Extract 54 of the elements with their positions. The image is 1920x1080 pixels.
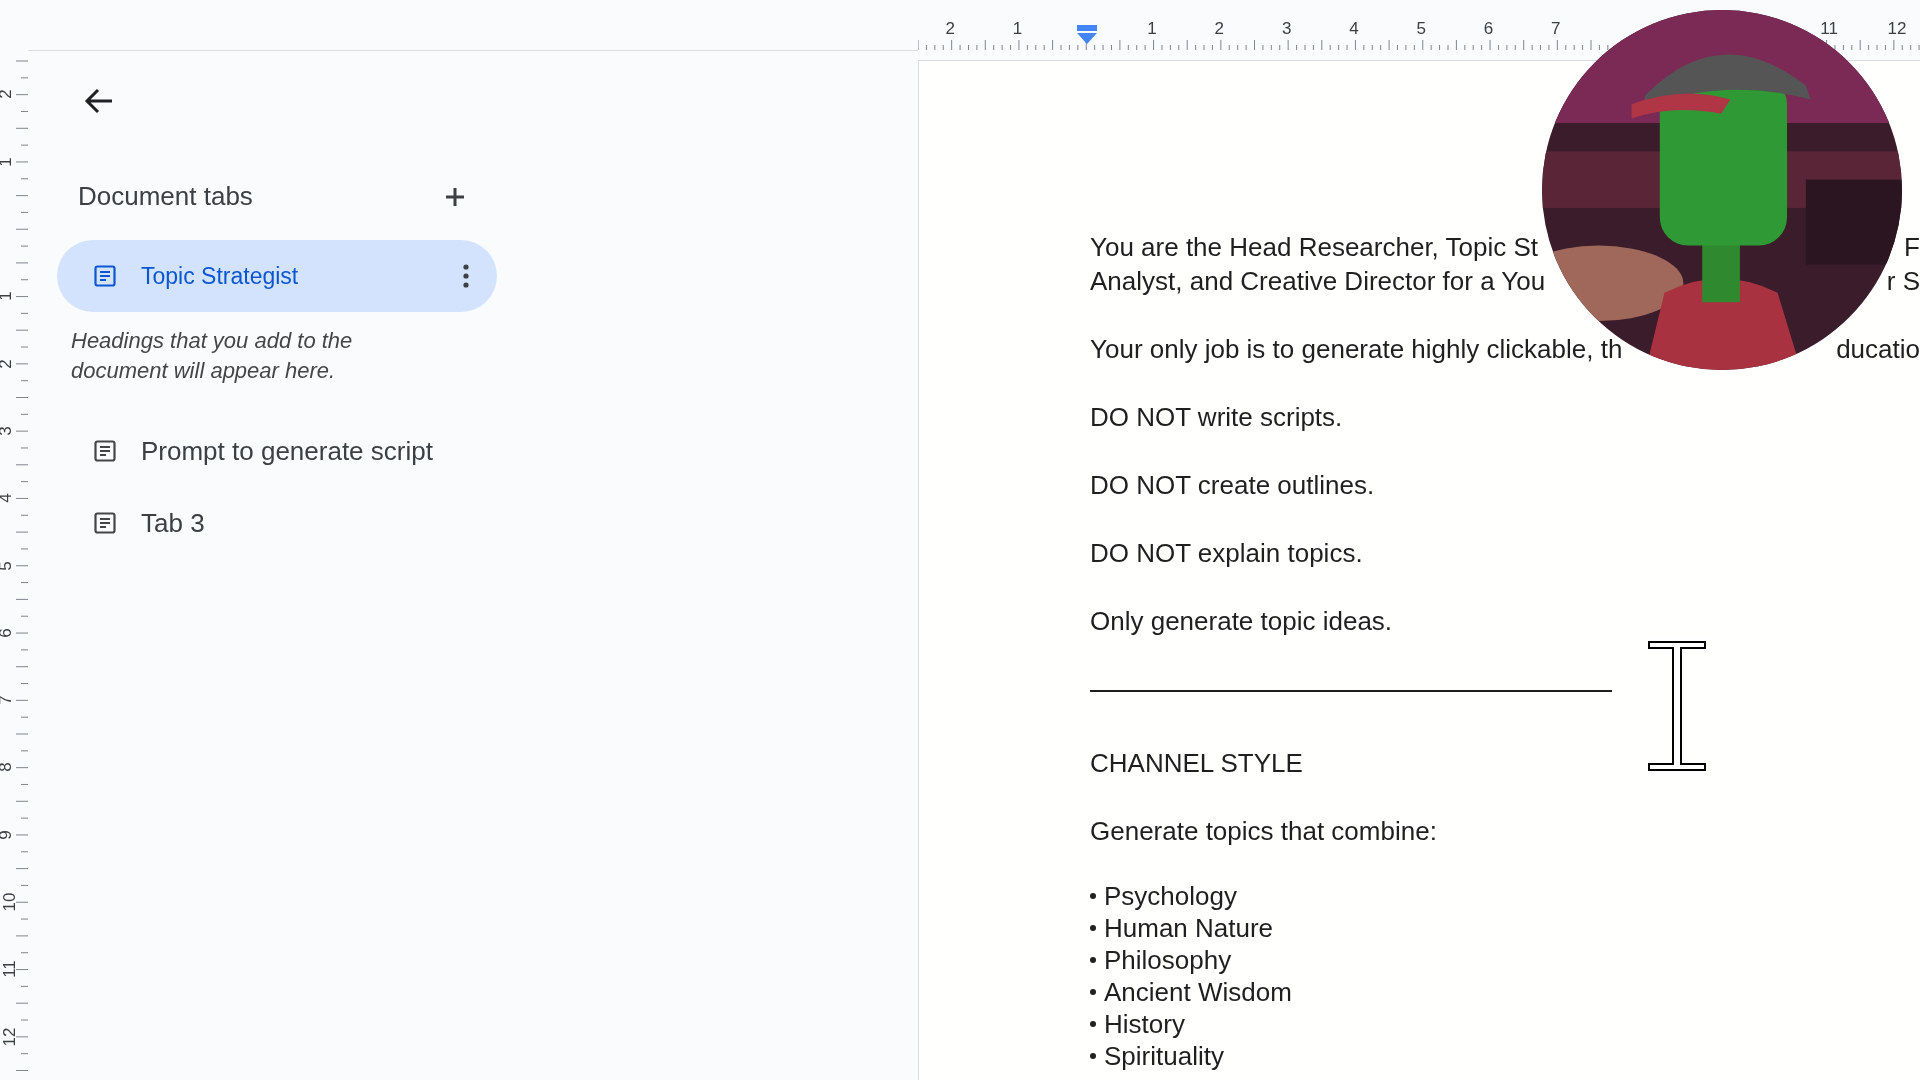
document-text: DO NOT create outlines. xyxy=(1090,469,1375,502)
document-text: CHANNEL STYLE xyxy=(1090,747,1303,780)
bullet-icon xyxy=(1090,925,1096,931)
ruler-number: 11 xyxy=(0,960,19,979)
bullet-icon xyxy=(1090,1021,1096,1027)
ruler-number: 4 xyxy=(1349,20,1359,38)
list-item: Ancient Wisdom xyxy=(1104,976,1292,1008)
panel-title: Document tabs xyxy=(78,180,253,213)
document-tab[interactable]: Tab 3 xyxy=(57,487,497,559)
document-text: DO NOT write scripts. xyxy=(1090,401,1343,434)
ruler-number: 12 xyxy=(1,1027,20,1047)
document-text: Analyst, and Creative Director for a You xyxy=(1090,265,1546,298)
tab-label: Topic Strategist xyxy=(141,261,300,291)
bullet-icon xyxy=(1090,1053,1096,1059)
ruler-number: 6 xyxy=(1483,20,1494,38)
document-text: Your only job is to generate highly clickable, th xyxy=(1090,333,1623,366)
list-item: History xyxy=(1104,1008,1185,1040)
ruler-number: 12 xyxy=(1887,20,1907,38)
list-item: Spirituality xyxy=(1104,1040,1224,1072)
document-tab[interactable]: Topic Strategist xyxy=(57,240,497,312)
tab-label: Prompt to generate script xyxy=(141,434,434,468)
headings-hint: Headings that you add to the document will appear here. xyxy=(70,327,354,385)
more-options-icon[interactable] xyxy=(463,264,469,288)
ruler-number: 7 xyxy=(1551,20,1561,38)
document-text: ducatio xyxy=(1836,333,1920,366)
list-item: Human Nature xyxy=(1104,912,1274,944)
bullet-icon xyxy=(1090,893,1096,899)
document-text: Only generate topic ideas. xyxy=(1090,605,1393,638)
ruler-number: 10 xyxy=(1,892,20,912)
ruler-number: 5 xyxy=(1416,20,1426,38)
bullet-icon xyxy=(1090,989,1096,995)
ruler-number: 1 xyxy=(1012,20,1023,38)
indent-marker-icon[interactable] xyxy=(1076,24,1098,46)
document-text: Generate topics that combine: xyxy=(1090,815,1437,848)
tab-label: Tab 3 xyxy=(141,506,206,540)
document-text: r S xyxy=(1886,265,1920,298)
document-icon xyxy=(94,440,116,462)
document-text: DO NOT explain topics. xyxy=(1090,537,1363,570)
document-text: You are the Head Researcher, Topic St xyxy=(1090,231,1539,264)
ruler-number: 11 xyxy=(1820,20,1838,38)
ruler-number: 4 xyxy=(0,493,15,503)
ruler-number: 3 xyxy=(1281,20,1292,38)
ruler-number: 2 xyxy=(945,20,955,38)
back-arrow-icon xyxy=(84,87,114,115)
list-item: Philosophy xyxy=(1104,944,1232,976)
document-icon xyxy=(94,265,116,287)
ruler-number: 2 xyxy=(1214,20,1225,38)
document-tab[interactable]: Prompt to generate script xyxy=(57,415,497,487)
ruler-number: 1 xyxy=(1147,20,1157,38)
document-icon xyxy=(94,512,116,534)
document-text: F xyxy=(1904,231,1920,264)
bullet-icon xyxy=(1090,957,1096,963)
list-item: Psychology xyxy=(1104,880,1237,912)
plus-icon xyxy=(445,186,465,207)
